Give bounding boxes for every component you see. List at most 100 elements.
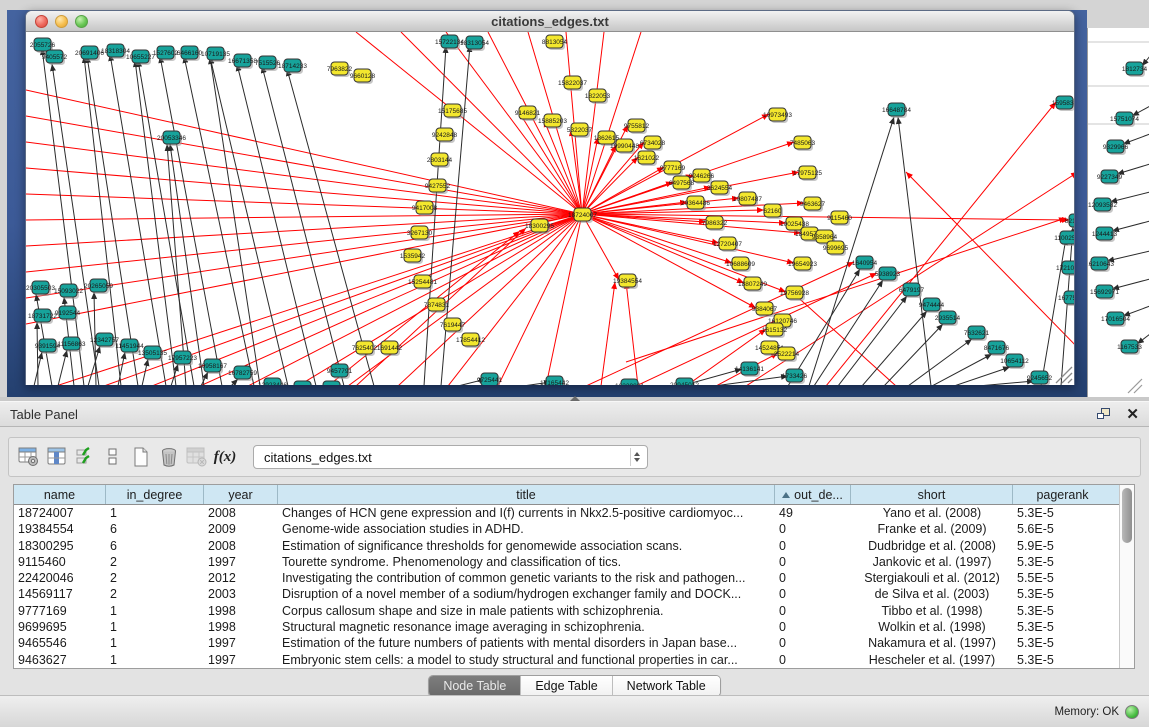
network-node[interactable]: 9384067 xyxy=(752,302,778,317)
network-node[interactable]: 9427552 xyxy=(425,179,451,194)
network-node[interactable]: 9457791 xyxy=(327,364,353,379)
network-node[interactable]: 18807249 xyxy=(738,277,767,292)
network-node[interactable]: 10688609 xyxy=(726,257,755,272)
network-node[interactable]: 1595838 xyxy=(1052,96,1074,111)
network-node[interactable]: 15254481 xyxy=(408,275,437,290)
network-node[interactable]: 9481164 xyxy=(319,381,344,385)
network-node[interactable]: 15093022 xyxy=(54,284,83,299)
network-node[interactable]: 8215953 xyxy=(1065,214,1074,229)
table-mode-icon[interactable] xyxy=(15,442,43,472)
network-node[interactable]: 1640954 xyxy=(852,256,878,271)
table-row[interactable]: 1938455462009Genome-wide association stu… xyxy=(14,521,1119,537)
column-header-out_de[interactable]: out_de... xyxy=(775,485,851,504)
network-node[interactable]: 9777169 xyxy=(660,161,686,176)
table-row[interactable]: 977716911998Corpus callosum shape and si… xyxy=(14,603,1119,619)
network-node[interactable]: 11156863 xyxy=(58,337,86,352)
delete-column-icon[interactable] xyxy=(155,442,183,472)
network-node[interactable]: 3624554 xyxy=(707,181,733,196)
network-node[interactable]: 7632621 xyxy=(964,326,990,341)
function-builder-icon[interactable]: f(x) xyxy=(211,442,239,472)
network-node[interactable]: 7963822 xyxy=(327,62,353,77)
network-node[interactable]: 12093582 xyxy=(1088,198,1117,213)
network-node[interactable]: 18731722 xyxy=(28,309,57,324)
network-node[interactable]: 10719135 xyxy=(201,47,230,62)
network-node[interactable]: 6479197 xyxy=(899,283,925,298)
table-row[interactable]: 1456911722003Disruption of a novel membe… xyxy=(14,586,1119,602)
network-node[interactable]: 6734028 xyxy=(640,136,666,151)
network-node[interactable]: 10807487 xyxy=(733,192,762,207)
network-node[interactable]: 9242848 xyxy=(432,128,458,143)
network-node[interactable]: 62160 xyxy=(763,204,783,219)
network-node[interactable]: 9755812 xyxy=(624,119,650,134)
network-node[interactable]: 16671358 xyxy=(228,54,257,69)
column-header-pagerank[interactable]: pagerank xyxy=(1013,485,1112,504)
create-column-icon[interactable] xyxy=(127,442,155,472)
network-node[interactable]: 9417008 xyxy=(412,201,438,216)
network-node[interactable]: 1244413 xyxy=(1092,227,1118,242)
network-node[interactable]: 10655227 xyxy=(126,50,155,65)
column-header-short[interactable]: short xyxy=(851,485,1013,504)
network-node[interactable]: 7619447 xyxy=(440,318,466,333)
deselect-all-icon[interactable] xyxy=(99,442,127,472)
network-node[interactable]: 16648784 xyxy=(882,103,911,118)
canvas-resize-grip[interactable] xyxy=(1056,367,1072,383)
network-node[interactable]: 7874831 xyxy=(424,298,450,313)
network-node[interactable]: 3267130 xyxy=(407,226,433,241)
network-node[interactable]: 15885203 xyxy=(538,114,567,129)
network-node[interactable]: 15822037 xyxy=(558,76,587,91)
network-node[interactable]: 9699695 xyxy=(823,241,849,256)
table-scrollbar[interactable] xyxy=(1119,485,1134,668)
network-node[interactable]: 17016504 xyxy=(1101,312,1130,327)
network-node[interactable]: 7515526 xyxy=(255,56,281,71)
network-node[interactable]: 1621022 xyxy=(634,151,660,166)
network-node[interactable]: 9405572 xyxy=(42,50,68,65)
network-node[interactable]: 19654923 xyxy=(788,257,817,272)
close-panel-icon[interactable]: ✕ xyxy=(1126,408,1139,421)
network-node[interactable]: 15274883 xyxy=(288,381,317,385)
table-row[interactable]: 911546021997Tourette syndrome. Phenomeno… xyxy=(14,554,1119,570)
network-node[interactable]: 9660128 xyxy=(350,69,376,84)
table-scrollbar-thumb[interactable] xyxy=(1122,488,1132,543)
show-column-icon[interactable] xyxy=(43,442,71,472)
network-node[interactable]: 17165442 xyxy=(540,376,569,385)
network-node[interactable]: 15692971 xyxy=(1090,285,1119,300)
network-node[interactable]: 6466160 xyxy=(177,46,203,61)
table-row[interactable]: 969969511998Structural magnetic resonanc… xyxy=(14,619,1119,635)
network-node[interactable]: 9227349 xyxy=(1097,170,1123,185)
network-window-titlebar[interactable]: citations_edges.txt xyxy=(26,11,1074,32)
column-header-name[interactable]: name xyxy=(14,485,106,504)
network-node[interactable]: 2522214 xyxy=(774,347,800,362)
network-node[interactable]: 17957223 xyxy=(168,351,197,366)
network-node[interactable]: 2803144 xyxy=(427,153,453,168)
table-selector-dropdown[interactable]: citations_edges.txt xyxy=(253,445,648,469)
network-node[interactable]: 1527602 xyxy=(153,46,179,61)
network-node[interactable]: 5322037 xyxy=(567,123,593,138)
network-node[interactable]: 1535942 xyxy=(400,249,426,264)
network-node[interactable]: 17975125 xyxy=(793,166,822,181)
network-node[interactable]: 19756928 xyxy=(780,286,809,301)
network-node[interactable]: 7485063 xyxy=(790,136,816,151)
network-node[interactable]: 17854412 xyxy=(456,333,485,348)
tab-network-table[interactable]: Network Table xyxy=(613,676,720,696)
network-node[interactable]: 9192544 xyxy=(55,306,81,321)
network-node[interactable]: 9474444 xyxy=(919,298,945,313)
network-node[interactable]: 9115460 xyxy=(827,211,852,226)
network-node[interactable]: 9329966 xyxy=(1103,140,1129,155)
column-header-year[interactable]: year xyxy=(204,485,278,504)
network-node[interactable]: 16339861 xyxy=(615,379,644,385)
network-node[interactable]: 2935514 xyxy=(935,311,961,326)
network-node[interactable]: 1691442 xyxy=(377,341,403,356)
network-node[interactable]: 9725441 xyxy=(477,373,503,385)
network-node[interactable]: 16775448 xyxy=(1058,291,1074,306)
column-header-title[interactable]: title xyxy=(278,485,775,504)
network-canvas[interactable]: 2055726940557220691406183183041065522715… xyxy=(26,32,1074,385)
network-node[interactable]: 20691406 xyxy=(75,46,104,61)
network-node[interactable]: 16210643 xyxy=(1088,257,1114,272)
network-node[interactable]: 9245652 xyxy=(1027,371,1053,385)
table-row[interactable]: 946554611997Estimation of the future num… xyxy=(14,635,1119,651)
network-node[interactable]: 11002543 xyxy=(1054,231,1074,246)
network-node[interactable]: 1733426 xyxy=(782,369,808,384)
float-window-icon[interactable] xyxy=(1097,408,1112,421)
network-node[interactable]: 7625402 xyxy=(352,341,378,356)
table-row[interactable]: 2242004622012Investigating the contribut… xyxy=(14,570,1119,586)
